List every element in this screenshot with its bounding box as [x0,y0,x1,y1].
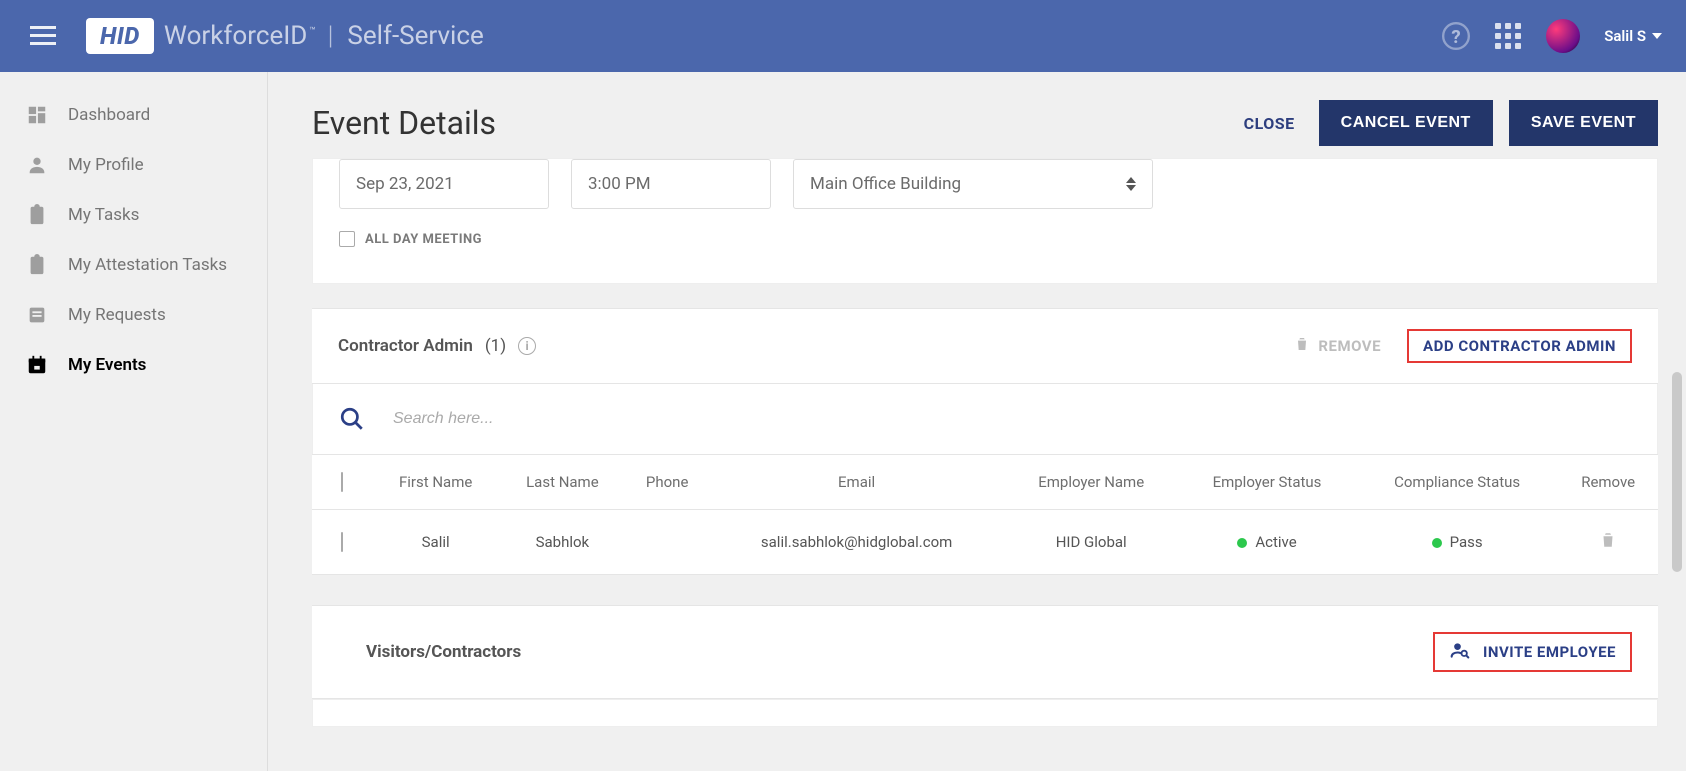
sidebar-item-label: My Attestation Tasks [68,255,227,275]
col-compliance: Compliance Status [1356,455,1558,510]
list-icon [26,304,48,326]
profile-icon [26,154,48,176]
app-header: HID WorkforceID™ | Self-Service ? Salil … [0,0,1686,72]
col-emp-status: Employer Status [1178,455,1356,510]
sidebar-item-profile[interactable]: My Profile [0,140,267,190]
invite-highlight: INVITE EMPLOYEE [1433,632,1632,672]
status-dot-icon [1237,538,1247,548]
svg-text:?: ? [1452,26,1461,48]
chevron-down-icon [1652,33,1662,39]
row-remove-button[interactable] [1599,530,1617,550]
admin-table: First Name Last Name Phone Email Employe… [312,454,1658,575]
sidebar-item-label: My Requests [68,305,166,325]
page-title: Event Details [312,104,496,142]
col-employer: Employer Name [1004,455,1178,510]
all-day-checkbox[interactable] [339,231,355,247]
add-contractor-admin-button[interactable]: ADD CONTRACTOR ADMIN [1423,337,1616,355]
content-area: Event Details CLOSE CANCEL EVENT SAVE EV… [268,72,1686,771]
sidebar-item-attestation[interactable]: My Attestation Tasks [0,240,267,290]
sidebar-item-label: Dashboard [68,105,150,125]
sidebar-item-requests[interactable]: My Requests [0,290,267,340]
admin-search-input[interactable] [391,409,691,429]
clipboard-icon [26,204,48,226]
cell-employer: HID Global [1004,510,1178,575]
col-last-name: Last Name [499,455,625,510]
user-menu[interactable]: Salil S [1604,27,1662,45]
event-location-value: Main Office Building [810,174,961,194]
table-row: Salil Sabhlok salil.sabhlok@hidglobal.co… [312,510,1658,575]
page-header: Event Details CLOSE CANCEL EVENT SAVE EV… [312,72,1658,152]
visitors-title: Visitors/Contractors [338,642,521,662]
app-name: Self-Service [347,21,483,51]
event-fields-card: Sep 23, 2021 3:00 PM Main Office Buildin… [312,158,1658,284]
trash-icon [1294,335,1310,357]
col-phone: Phone [625,455,708,510]
event-time-field[interactable]: 3:00 PM [571,159,771,209]
dashboard-icon [26,104,48,126]
cell-emp-status: Active [1178,510,1356,575]
cell-compliance: Pass [1356,510,1558,575]
avatar[interactable] [1546,19,1580,53]
brand-name: WorkforceID™ [164,21,314,51]
help-icon[interactable]: ? [1442,22,1470,50]
contractor-admin-header: Contractor Admin (1) i REMOVE ADD CONTRA… [312,308,1658,384]
status-dot-icon [1432,538,1442,548]
cell-email: salil.sabhlok@hidglobal.com [709,510,1004,575]
cell-phone [625,510,708,575]
visitors-section-header: Visitors/Contractors INVITE EMPLOYEE [312,605,1658,699]
sidebar-item-events[interactable]: My Events [0,340,267,390]
close-button[interactable]: CLOSE [1236,102,1303,145]
row-checkbox[interactable] [341,532,343,552]
invite-employee-button[interactable]: INVITE EMPLOYEE [1449,640,1616,664]
info-icon[interactable]: i [518,337,536,355]
scrollbar[interactable] [1672,372,1682,572]
event-date-value: Sep 23, 2021 [356,174,454,194]
all-day-label: ALL DAY MEETING [365,232,482,247]
apps-icon[interactable] [1494,22,1522,50]
sidebar: Dashboard My Profile My Tasks My Attesta… [0,72,268,771]
sidebar-item-dashboard[interactable]: Dashboard [0,90,267,140]
menu-toggle-button[interactable] [24,20,62,52]
admin-search-bar [312,384,1658,454]
brand-divider: | [328,21,334,51]
clipboard-icon [26,254,48,276]
sidebar-item-label: My Profile [68,155,144,175]
sidebar-item-label: My Tasks [68,205,139,225]
save-event-button[interactable]: SAVE EVENT [1509,100,1658,146]
select-all-checkbox[interactable] [341,472,343,492]
cell-last-name: Sabhlok [499,510,625,575]
cell-first-name: Salil [372,510,499,575]
col-email: Email [709,455,1004,510]
event-location-select[interactable]: Main Office Building [793,159,1153,209]
section-title: Contractor Admin [338,336,473,356]
col-remove: Remove [1558,455,1658,510]
col-first-name: First Name [372,455,499,510]
cancel-event-button[interactable]: CANCEL EVENT [1319,100,1493,146]
user-name: Salil S [1604,27,1646,45]
select-arrows-icon [1126,177,1136,191]
person-search-icon [1449,640,1471,664]
search-icon [339,406,365,432]
remove-admin-button: REMOVE [1294,335,1381,357]
event-time-value: 3:00 PM [588,174,651,194]
section-count: (1) [485,336,506,356]
sidebar-item-label: My Events [68,355,146,375]
sidebar-item-tasks[interactable]: My Tasks [0,190,267,240]
event-date-field[interactable]: Sep 23, 2021 [339,159,549,209]
calendar-icon [26,354,48,376]
visitors-body [312,699,1658,727]
add-admin-highlight: ADD CONTRACTOR ADMIN [1407,329,1632,363]
hid-logo: HID [86,18,154,54]
